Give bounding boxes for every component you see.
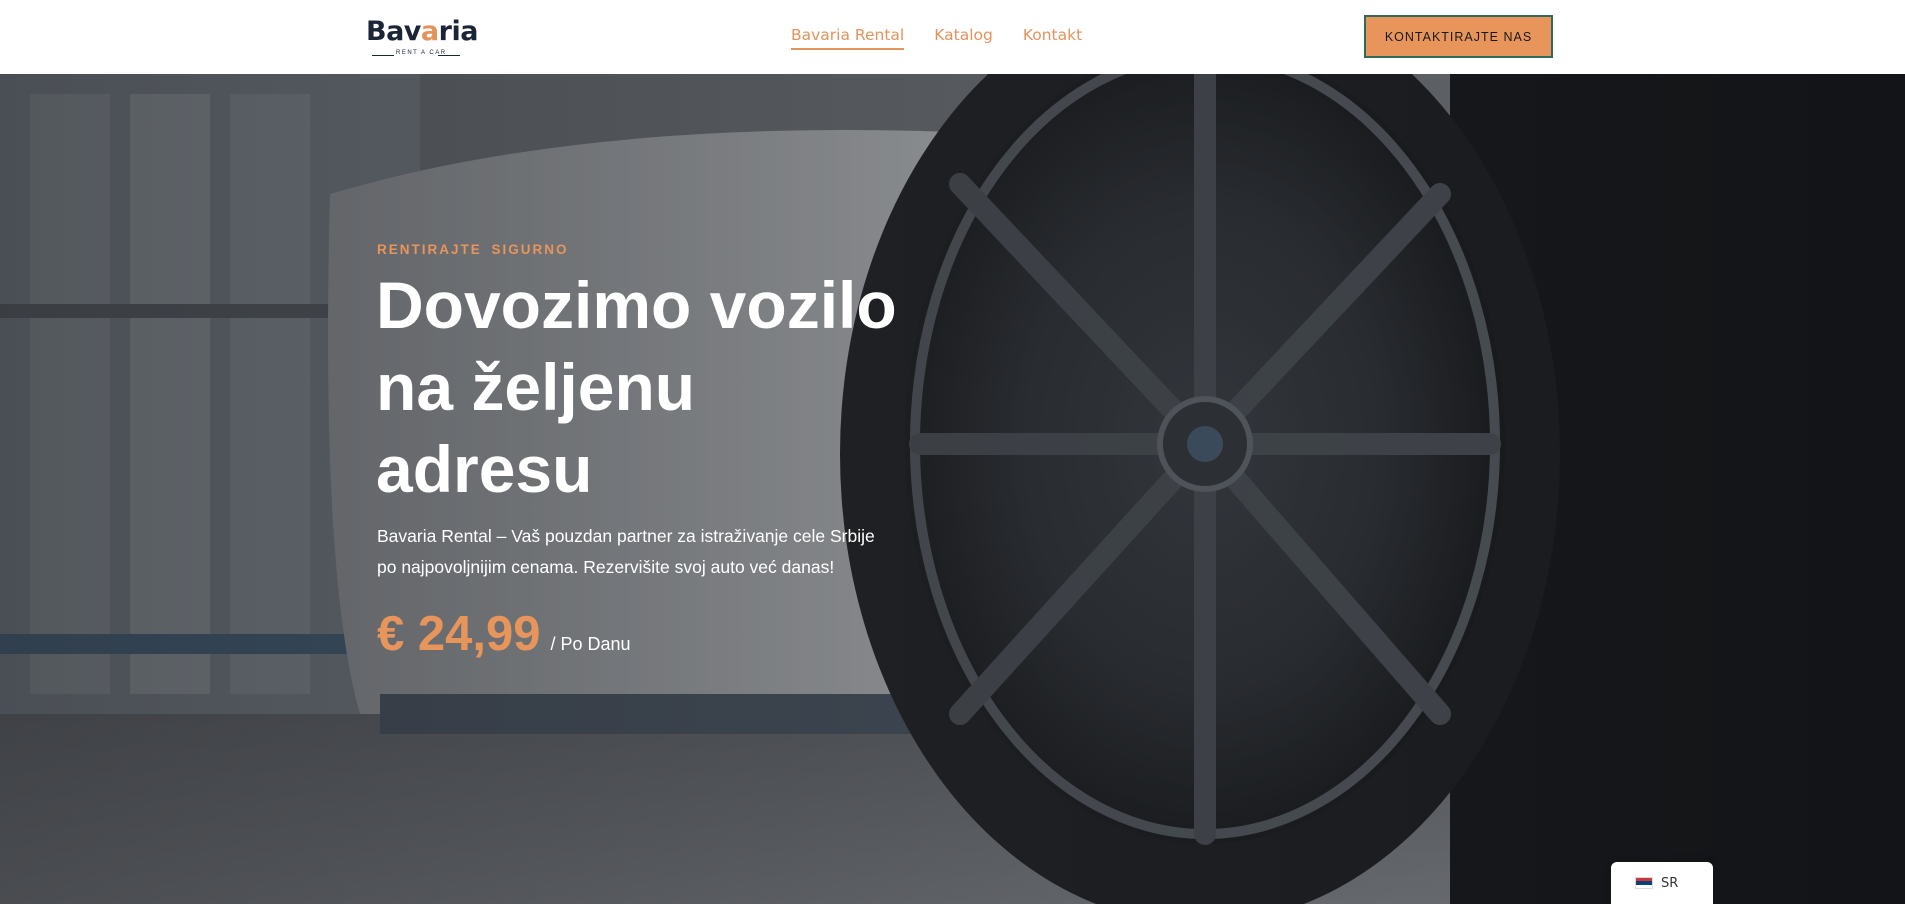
hero-section: RENTIRAJTE SIGURNO Dovozimo vozilo na že… [0, 74, 1905, 904]
hero-description: Bavaria Rental – Vaš pouzdan partner za … [377, 526, 875, 577]
language-switcher[interactable]: SR [1611, 862, 1713, 904]
hero-eyebrow: RENTIRAJTE SIGURNO [377, 242, 569, 257]
hero-headline: Dovozimo vozilo na željenu adresu [376, 264, 936, 510]
bavaria-logo[interactable]: Bavaria RENT A CAR [366, 12, 478, 60]
site-header: Bavaria RENT A CAR Bavaria Rental Katalo… [0, 0, 1905, 74]
logo-tagline: RENT A CAR [372, 50, 460, 60]
logo-wordmark: Bavaria [366, 16, 478, 47]
nav-item-kontakt[interactable]: Kontakt [1023, 26, 1082, 50]
headline-line: adresu [376, 432, 593, 506]
serbia-flag-icon [1635, 877, 1653, 889]
price-period: / Po Danu [550, 634, 631, 654]
hero-overlay [0, 74, 1905, 904]
price-tag: € 24,99 / Po Danu [377, 606, 631, 662]
price-amount: € 24,99 [377, 607, 541, 661]
nav-item-bavaria-rental[interactable]: Bavaria Rental [791, 26, 905, 50]
language-code: SR [1661, 875, 1679, 891]
headline-line: Dovozimo vozilo [376, 268, 897, 342]
main-nav: Bavaria Rental Katalog Kontakt [791, 26, 1082, 50]
nav-item-katalog[interactable]: Katalog [934, 26, 993, 50]
headline-line: na željenu [376, 350, 696, 424]
contact-us-button[interactable]: KONTAKTIRAJTE NAS [1364, 15, 1553, 58]
